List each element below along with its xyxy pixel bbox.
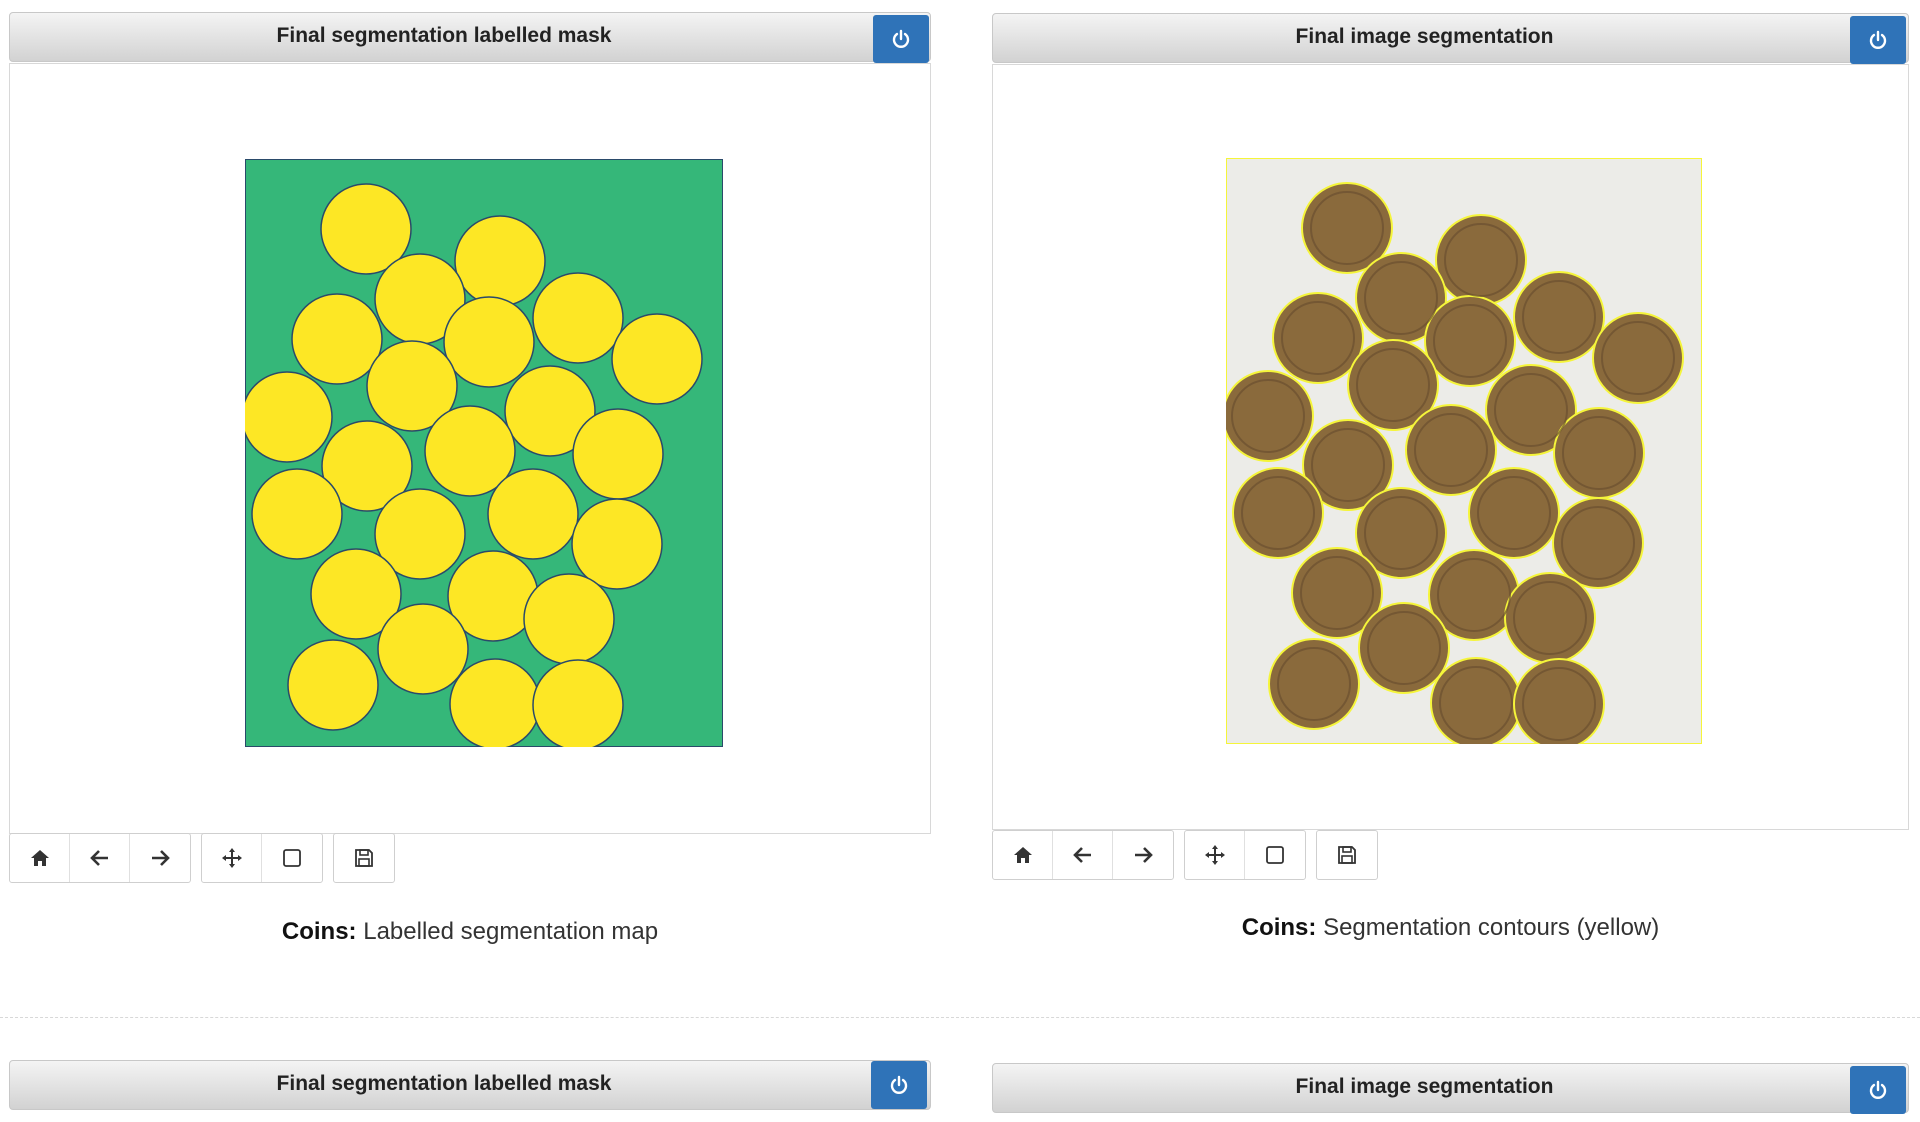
figure-canvas[interactable] xyxy=(9,63,931,834)
back-button[interactable] xyxy=(1053,831,1113,879)
section-divider xyxy=(0,1017,1920,1018)
panel-image-segmentation: Final image segmentation xyxy=(992,13,1909,963)
close-figure-button[interactable] xyxy=(873,15,929,63)
forward-arrow-icon xyxy=(152,850,170,866)
power-icon xyxy=(1869,30,1887,49)
figure-title: Final segmentation labelled mask xyxy=(276,1072,612,1095)
power-icon xyxy=(1869,1080,1887,1099)
back-button[interactable] xyxy=(70,834,130,882)
pan-button[interactable] xyxy=(1185,831,1245,879)
coins-photo-image xyxy=(1226,158,1702,744)
figure-caption: Coins: Labelled segmentation map xyxy=(9,918,931,946)
pan-button[interactable] xyxy=(202,834,262,882)
save-button-group xyxy=(333,833,395,883)
close-figure-button[interactable] xyxy=(1850,16,1906,64)
figure-canvas[interactable] xyxy=(992,64,1909,830)
power-icon xyxy=(892,29,910,48)
zoom-rect-button[interactable] xyxy=(1245,831,1305,879)
panel-labelled-mask: Final segmentation labelled mask xyxy=(9,12,931,962)
close-figure-button[interactable] xyxy=(1850,1066,1906,1114)
close-figure-button[interactable] xyxy=(871,1061,927,1109)
save-button-group xyxy=(1316,830,1378,880)
caption-text: Labelled segmentation map xyxy=(363,918,659,945)
save-button[interactable] xyxy=(1317,831,1377,879)
panel-labelled-mask-2: Final segmentation labelled mask xyxy=(9,1060,931,1122)
figure-title: Final image segmentation xyxy=(1295,25,1554,48)
home-button[interactable] xyxy=(10,834,70,882)
back-arrow-icon xyxy=(89,850,108,866)
home-icon xyxy=(30,850,49,866)
segmentation-mask-image xyxy=(245,159,723,747)
zoom-rect-icon xyxy=(283,849,301,867)
pan-icon xyxy=(221,848,242,868)
caption-label: Coins: xyxy=(281,918,357,945)
power-icon xyxy=(890,1075,908,1094)
save-icon xyxy=(1338,846,1356,864)
pan-icon xyxy=(1204,845,1225,865)
tool-button-group xyxy=(1184,830,1306,880)
home-button[interactable] xyxy=(993,831,1053,879)
figure-title: Final image segmentation xyxy=(1295,1075,1554,1098)
zoom-rect-icon xyxy=(1266,846,1284,864)
caption-label: Coins: xyxy=(1241,914,1317,941)
figure-title: Final segmentation labelled mask xyxy=(276,24,612,47)
forward-button[interactable] xyxy=(130,834,190,882)
caption-text: Segmentation contours (yellow) xyxy=(1323,914,1660,941)
forward-button[interactable] xyxy=(1113,831,1173,879)
figure-toolbar xyxy=(992,830,1378,880)
save-button[interactable] xyxy=(334,834,394,882)
home-icon xyxy=(1013,847,1032,863)
save-icon xyxy=(355,849,373,867)
back-arrow-icon xyxy=(1072,847,1091,863)
panel-image-segmentation-2: Final image segmentation xyxy=(992,1063,1909,1122)
forward-arrow-icon xyxy=(1135,847,1153,863)
figure-caption: Coins: Segmentation contours (yellow) xyxy=(992,914,1909,942)
nav-button-group xyxy=(9,833,191,883)
nav-button-group xyxy=(992,830,1174,880)
tool-button-group xyxy=(201,833,323,883)
zoom-rect-button[interactable] xyxy=(262,834,322,882)
figure-toolbar xyxy=(9,833,395,883)
